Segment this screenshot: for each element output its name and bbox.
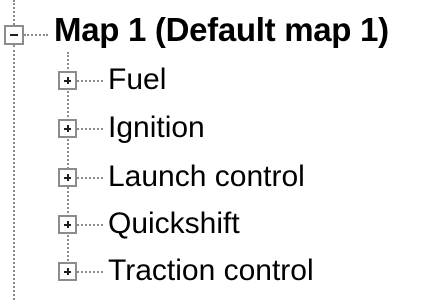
tree-line-branch (77, 224, 103, 226)
expand-plus-icon[interactable] (58, 119, 77, 138)
tree-node-traction-control-label[interactable]: Traction control (108, 256, 314, 286)
map-tree-view[interactable]: Map 1 (Default map 1) Fuel Ignition Laun… (0, 0, 428, 300)
tree-line-root (24, 34, 48, 36)
tree-line-outer (13, 0, 15, 25)
tree-node-ignition-label[interactable]: Ignition (108, 113, 205, 143)
tree-line-branch (77, 271, 103, 273)
tree-node-map-1-label[interactable]: Map 1 (Default map 1) (54, 13, 389, 46)
expand-plus-icon[interactable] (58, 168, 77, 187)
tree-node-launch-control-label[interactable]: Launch control (108, 162, 305, 192)
collapse-minus-icon[interactable] (4, 25, 24, 45)
tree-line-branch (77, 128, 103, 130)
tree-node-fuel-label[interactable]: Fuel (108, 65, 166, 95)
tree-line-branch (77, 177, 103, 179)
tree-line-outer (13, 45, 15, 300)
expand-plus-icon[interactable] (58, 215, 77, 234)
expand-plus-icon[interactable] (58, 262, 77, 281)
tree-line-branch (77, 80, 103, 82)
expand-plus-icon[interactable] (58, 71, 77, 90)
tree-node-quickshift-label[interactable]: Quickshift (108, 209, 240, 239)
